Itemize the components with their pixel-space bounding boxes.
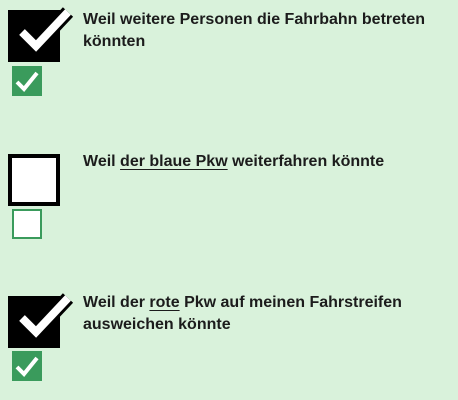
label-text: Weil: [83, 153, 121, 170]
checkmark-icon: [15, 71, 39, 92]
solution-indicator-1: [12, 66, 42, 96]
solution-indicator-3: [12, 351, 42, 381]
answer-checkbox-1[interactable]: [8, 7, 74, 62]
solution-indicator-2: [12, 209, 42, 239]
answer-label-1: Weil weitere Personen die Fahrbahn betre…: [83, 11, 426, 50]
checkmark-icon: [15, 356, 39, 377]
label-underlined-text: rote: [149, 294, 180, 311]
answer-label-2: Weil der blaue Pkw weiterfahren könnte: [83, 151, 448, 173]
checkmark-icon: [17, 7, 74, 57]
answer-checkbox-3[interactable]: [8, 293, 74, 348]
answer-label-3: Weil der rote Pkw auf meinen Fahrstreife…: [83, 292, 448, 336]
checkmark-icon: [17, 293, 74, 343]
label-text: Weil der: [83, 294, 150, 311]
label-text: weiterfahren könnte: [227, 153, 385, 170]
label-underlined-text: der blaue Pkw: [120, 153, 228, 170]
answer-checkbox-2[interactable]: [8, 154, 60, 206]
